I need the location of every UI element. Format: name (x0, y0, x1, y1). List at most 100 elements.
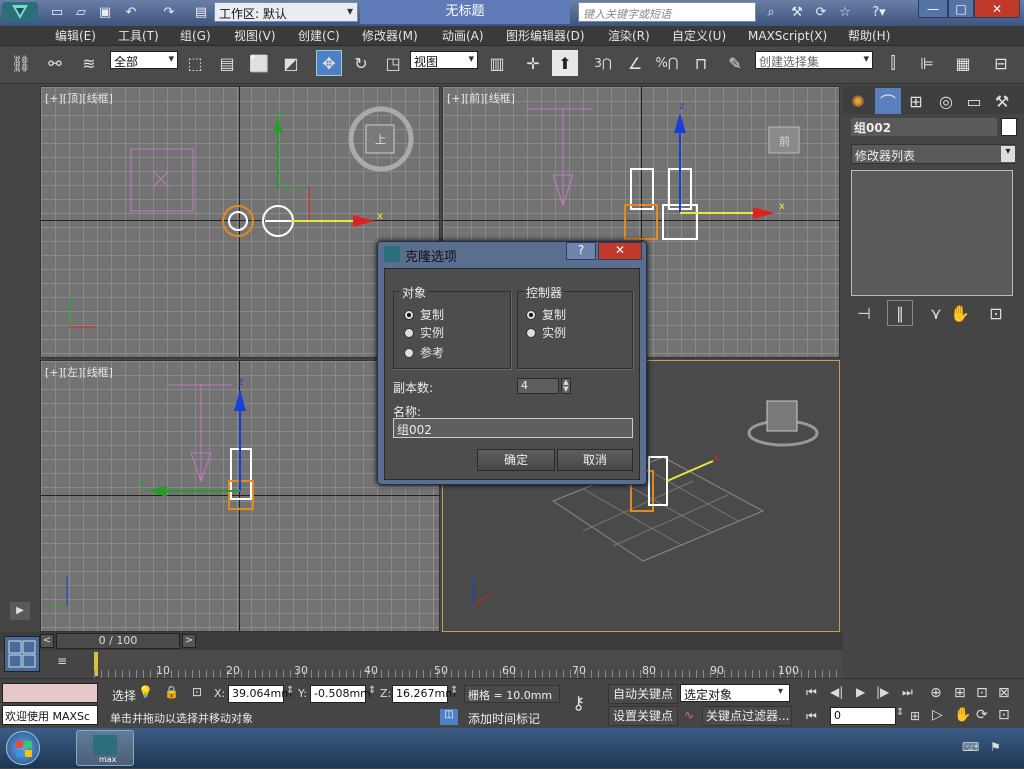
select-object-icon[interactable]: ⬚ (182, 50, 208, 76)
named-selection-select[interactable]: 创建选择集 (755, 51, 873, 69)
zoom-extents-all-icon[interactable]: ⊠ (998, 685, 1010, 701)
app-logo-icon[interactable] (2, 2, 38, 22)
z-coordinate-input[interactable]: 16.267mm (392, 685, 456, 703)
timeline-prev-button[interactable]: < (40, 634, 54, 648)
angle-snap-icon[interactable]: ∠ (622, 50, 648, 76)
dialog-help-button[interactable]: ? (566, 242, 596, 260)
display-tab-icon[interactable]: ▭ (961, 88, 987, 114)
window-crossing-icon[interactable]: ◩ (278, 50, 304, 76)
y-spinner-icon[interactable]: ⇕ (368, 685, 376, 696)
cancel-button[interactable]: 取消 (557, 449, 633, 471)
zoom-icon[interactable]: ⊕ (930, 685, 942, 701)
add-time-tag[interactable]: 添加时间标记 (468, 710, 540, 727)
y-coordinate-input[interactable]: -0.508mm (310, 685, 371, 703)
snaps-toggle-icon[interactable]: 3 ⋂ (590, 50, 616, 76)
menu-graph-editors[interactable]: 图形编辑器(D) (506, 27, 585, 45)
remove-modifier-icon[interactable]: ✋ (947, 300, 973, 326)
menu-customize[interactable]: 自定义(U) (672, 27, 726, 45)
make-unique-icon[interactable]: ⋎ (923, 300, 949, 326)
tools-icon[interactable]: ⚒ (786, 2, 808, 22)
menu-group[interactable]: 组(G) (180, 27, 211, 45)
maxscript-listener-pink[interactable] (2, 683, 98, 703)
undo-icon[interactable]: ↶ (120, 2, 142, 22)
link-icon[interactable]: ⛓ (8, 50, 34, 76)
graphite-tools-icon[interactable]: ⊟ (988, 50, 1014, 76)
frame-counter[interactable]: 0 / 100 (56, 633, 180, 649)
show-end-result-icon[interactable]: ∥ (887, 300, 913, 326)
modify-tab-icon[interactable]: ⌒ (875, 88, 901, 114)
object-reference-radio[interactable]: 参考 (404, 344, 444, 361)
start-button-icon[interactable] (6, 731, 40, 765)
dialog-close-button[interactable]: ✕ (598, 242, 642, 260)
absolute-mode-icon[interactable]: ⊡ (192, 685, 202, 699)
select-manipulate-icon[interactable]: ✛ (520, 50, 546, 76)
search-input[interactable]: 键入关键字或短语 (578, 2, 756, 22)
frame-spinner-icon[interactable]: ⇕ (896, 707, 904, 718)
controller-copy-radio[interactable]: 复制 (526, 306, 566, 323)
menu-create[interactable]: 创建(C) (298, 27, 340, 45)
minimize-button[interactable]: — (918, 0, 948, 18)
bind-space-warp-icon[interactable]: ≋ (76, 50, 102, 76)
pan-icon[interactable]: ✋ (954, 707, 971, 723)
menu-tools[interactable]: 工具(T) (118, 27, 159, 45)
key-mode-toggle-icon[interactable]: ⏮ (806, 709, 817, 724)
object-instance-radio[interactable]: 实例 (404, 324, 444, 341)
field-of-view-icon[interactable]: ▷ (932, 707, 943, 723)
expand-panel-icon[interactable]: ▶ (10, 602, 30, 620)
prev-frame-icon[interactable]: ◀| (830, 685, 843, 699)
flag-tray-icon[interactable]: ⚑ (990, 740, 1001, 754)
percent-snap-icon[interactable]: % ⋂ (654, 50, 680, 76)
modifier-stack[interactable] (851, 170, 1013, 296)
time-slider[interactable]: < 0 / 100 > (0, 632, 843, 650)
play-icon[interactable]: ▶ (856, 685, 865, 699)
select-move-icon[interactable]: ✥ (316, 50, 342, 76)
selection-filter-select[interactable]: 全部 (110, 51, 178, 69)
close-window-button[interactable]: ✕ (974, 0, 1020, 18)
z-spinner-icon[interactable]: ⇕ (450, 685, 458, 696)
unlink-icon[interactable]: ⚯ (42, 50, 68, 76)
menu-maxscript[interactable]: MAXScript(X) (748, 27, 827, 45)
edit-named-selection-icon[interactable]: ✎ (722, 50, 748, 76)
utilities-tab-icon[interactable]: ⚒ (989, 88, 1015, 114)
layer-manager-icon[interactable]: ▦ (950, 50, 976, 76)
configure-sets-icon[interactable]: ⊡ (983, 300, 1009, 326)
viewport-layout-icon[interactable] (4, 636, 40, 672)
select-rotate-icon[interactable]: ↻ (348, 50, 374, 76)
open-file-icon[interactable]: ▱ (70, 2, 92, 22)
lock-selection-icon[interactable]: 🔒 (164, 685, 179, 699)
clone-name-input[interactable]: 组002 (393, 418, 633, 438)
x-coordinate-input[interactable]: 39.064mm (228, 685, 292, 703)
object-copy-radio[interactable]: 复制 (404, 306, 444, 323)
key-mode-chevron-icon[interactable]: ▾ (778, 686, 783, 697)
redo-icon[interactable]: ↷ (158, 2, 180, 22)
ok-button[interactable]: 确定 (477, 449, 555, 471)
copies-input[interactable]: 4 (517, 378, 559, 394)
motion-tab-icon[interactable]: ◎ (933, 88, 959, 114)
binoculars-icon[interactable]: ⌕ (760, 2, 782, 22)
key-mode-select[interactable]: 选定对象 (680, 684, 790, 702)
menu-views[interactable]: 视图(V) (234, 27, 276, 45)
set-key-button[interactable]: 设置关键点 (608, 706, 678, 726)
menu-help[interactable]: 帮助(H) (848, 27, 890, 45)
current-frame-input[interactable]: 0 (830, 707, 896, 725)
menu-rendering[interactable]: 渲染(R) (608, 27, 650, 45)
pin-stack-icon[interactable]: ⊣ (851, 300, 877, 326)
keyboard-tray-icon[interactable]: ⌨ (962, 740, 979, 754)
menu-edit[interactable]: 编辑(E) (55, 27, 96, 45)
pivot-center-icon[interactable]: ▥ (484, 50, 510, 76)
zoom-extents-icon[interactable]: ⊡ (976, 685, 988, 701)
controller-instance-radio[interactable]: 实例 (526, 324, 566, 341)
goto-start-icon[interactable]: ⏮ (806, 685, 817, 700)
orbit-icon[interactable]: ⟳ (976, 707, 988, 723)
viewcube-top[interactable]: 上 (375, 131, 386, 147)
x-spinner-icon[interactable]: ⇕ (286, 685, 294, 696)
new-file-icon[interactable]: ▭ (46, 2, 68, 22)
reference-coordinate-select[interactable]: 视图 (410, 51, 478, 69)
track-bar[interactable]: 10 20 30 40 50 60 70 80 90 100 (94, 650, 842, 678)
select-scale-icon[interactable]: ◳ (380, 50, 406, 76)
default-in-out-key-icon[interactable]: ⚷ (572, 693, 585, 714)
project-folder-icon[interactable]: ▤ (190, 2, 212, 22)
rect-selection-icon[interactable]: ⬜ (246, 50, 272, 76)
create-tab-icon[interactable]: ✺ (845, 88, 871, 114)
track-bar-icon[interactable]: ≡ (50, 654, 74, 674)
